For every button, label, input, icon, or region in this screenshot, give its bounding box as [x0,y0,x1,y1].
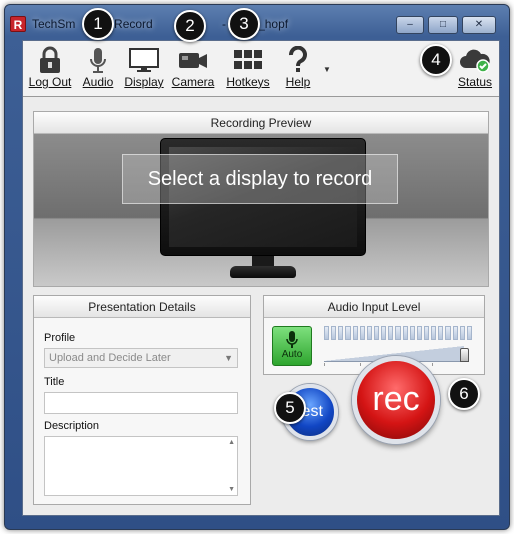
presentation-details-panel: Presentation Details Profile Upload and … [33,295,251,505]
display-button[interactable]: Display [123,45,165,89]
audio-level-segment [438,326,444,340]
preview-area[interactable]: Select a display to record [34,134,488,286]
audio-level-segment [459,326,465,340]
audio-level-segment [373,326,380,340]
audio-label: Audio [82,75,114,89]
camera-label: Camera [171,75,215,89]
audio-level-segment [466,326,472,340]
callout-3: 3 [228,8,260,40]
callout-1: 1 [82,8,114,40]
logout-button[interactable]: Log Out [27,45,73,89]
client-area: Log Out Audio Display Camera Hotkeys Hel… [22,40,500,516]
audio-level-segment [431,326,437,340]
description-textarea[interactable]: ▲ ▼ [44,436,238,496]
hotkeys-button[interactable]: Hotkeys [223,45,273,89]
audio-level-segment [331,326,337,340]
camera-button[interactable]: Camera [171,45,215,89]
audio-level-segment [409,326,415,340]
help-dropdown-icon[interactable]: ▼ [323,65,331,74]
select-display-prompt[interactable]: Select a display to record [122,154,398,204]
audio-level-segment [352,326,358,340]
audio-level-segment [452,326,458,340]
microphone-icon [79,45,117,75]
close-button[interactable]: ✕ [462,16,496,34]
minimize-button[interactable]: – [396,16,424,34]
callout-4: 4 [420,44,452,76]
camera-icon [171,45,215,75]
chevron-down-icon: ▼ [224,353,233,363]
title-label: Title [44,376,65,388]
display-label: Display [124,75,164,89]
description-label: Description [44,420,100,432]
help-label: Help [285,75,311,89]
scroll-up-icon[interactable]: ▲ [228,439,235,446]
question-icon [281,45,315,75]
logout-label: Log Out [28,75,72,89]
audio-level-meter [324,326,472,340]
auto-audio-button[interactable]: Auto [272,326,312,366]
grid-icon [223,45,273,75]
scroll-down-icon[interactable]: ▼ [228,486,235,493]
audio-level-segment [381,326,387,340]
audio-level-segment [416,326,422,340]
profile-select[interactable]: Upload and Decide Later ▼ [44,348,238,368]
help-button[interactable]: Help [281,45,315,89]
recording-preview-header: Recording Preview [34,112,488,134]
audio-level-segment [338,326,344,340]
status-label: Status [457,75,493,89]
auto-label: Auto [281,349,303,360]
title-input[interactable] [44,392,238,414]
audio-level-segment [345,326,351,340]
callout-5: 5 [274,392,306,424]
audio-level-segment [445,326,451,340]
callout-2: 2 [174,10,206,42]
microphone-icon [273,331,311,349]
lock-icon [27,45,73,75]
audio-level-segment [324,326,330,340]
status-button[interactable]: Status [455,45,495,89]
profile-label: Profile [44,332,76,344]
volume-slider-thumb[interactable] [460,348,469,362]
callout-6: 6 [448,378,480,410]
audio-input-header: Audio Input Level [264,296,484,318]
audio-button[interactable]: Audio [79,45,117,89]
app-logo-icon: R [10,16,26,32]
audio-level-segment [395,326,401,340]
audio-level-segment [388,326,394,340]
record-button[interactable]: rec [352,356,440,444]
presentation-details-header: Presentation Details [34,296,250,318]
profile-select-value: Upload and Decide Later [49,352,171,364]
audio-level-segment [366,326,372,340]
audio-level-segment [359,326,365,340]
cloud-check-icon [455,45,495,75]
maximize-button[interactable]: □ [428,16,458,34]
audio-level-segment [423,326,430,340]
recording-preview-panel: Recording Preview Select a display to re… [33,111,489,287]
monitor-stand-base [230,266,296,278]
monitor-icon [123,45,165,75]
hotkeys-label: Hotkeys [226,75,270,89]
audio-level-segment [402,326,408,340]
